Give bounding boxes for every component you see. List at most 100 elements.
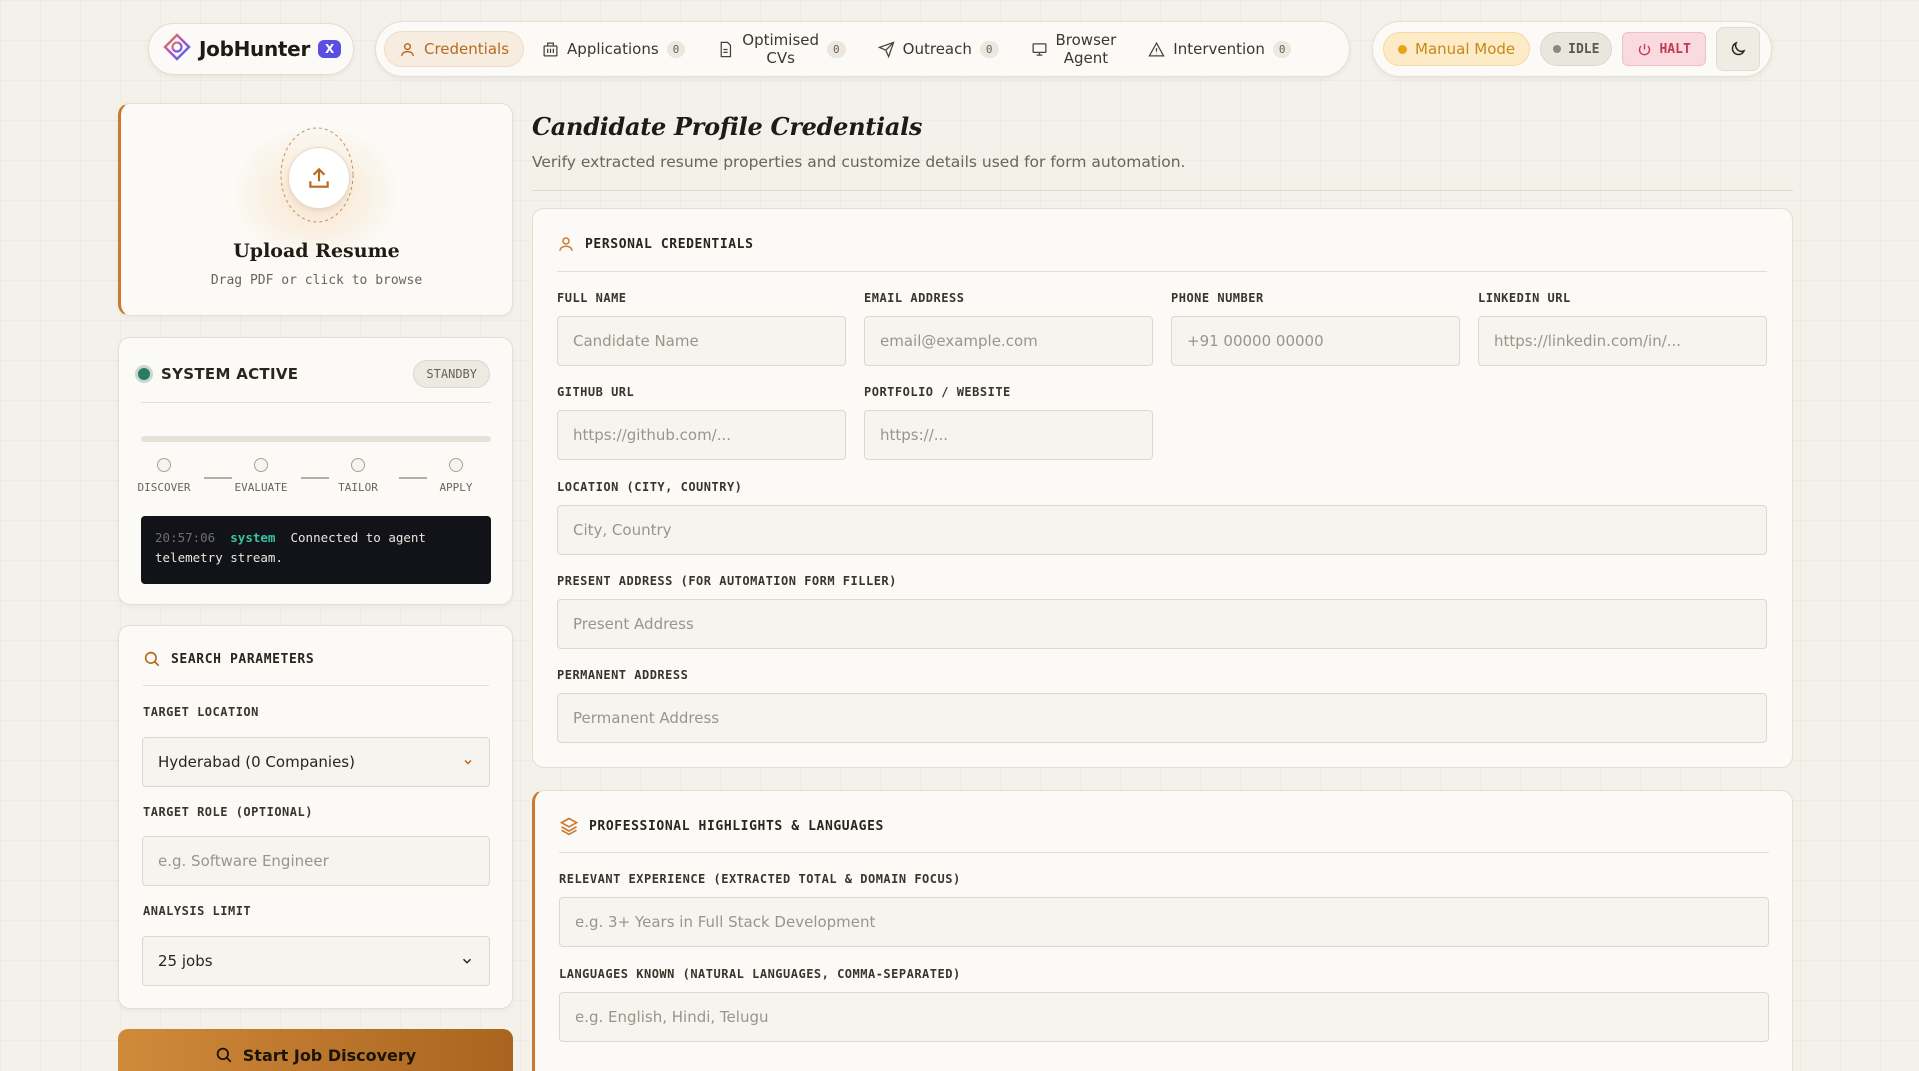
portfolio-input[interactable]: https://...	[864, 410, 1153, 460]
upload-resume-card[interactable]: Upload Resume Drag PDF or click to brows…	[118, 103, 513, 316]
languages-placeholder: e.g. English, Hindi, Telugu	[575, 1008, 769, 1026]
intervention-count: 0	[1272, 40, 1292, 58]
status-indicator-icon	[135, 365, 153, 383]
step-apply-circle	[449, 458, 463, 472]
personal-divider	[557, 271, 1767, 272]
email-input[interactable]: email@example.com	[864, 316, 1153, 366]
tab-applications-label: Applications	[567, 40, 659, 58]
full-name-placeholder: Candidate Name	[573, 332, 699, 350]
search-parameters-header: SEARCH PARAMETERS	[143, 650, 314, 668]
github-label: GITHUB URL	[557, 385, 635, 399]
professional-divider	[559, 852, 1769, 853]
brand-pill[interactable]: JobHunter X	[148, 23, 354, 75]
linkedin-input[interactable]: https://linkedin.com/in/...	[1478, 316, 1767, 366]
phone-input[interactable]: +91 00000 00000	[1171, 316, 1460, 366]
languages-label: LANGUAGES KNOWN (NATURAL LANGUAGES, COMM…	[559, 967, 961, 981]
step-connector	[399, 477, 427, 479]
step-discover-circle	[157, 458, 171, 472]
location-input[interactable]: City, Country	[557, 505, 1767, 555]
theme-toggle-button[interactable]	[1715, 27, 1760, 71]
phone-label: PHONE NUMBER	[1171, 291, 1264, 305]
analysis-limit-value: 25 jobs	[158, 952, 213, 970]
full-name-label: FULL NAME	[557, 291, 627, 305]
pipeline-progress-bar	[141, 436, 491, 442]
tab-browser-agent-label: Browser Agent	[1056, 31, 1117, 67]
control-bar: Manual Mode IDLE HALT	[1372, 21, 1772, 77]
chevron-down-icon	[462, 958, 472, 964]
present-address-input[interactable]: Present Address	[557, 599, 1767, 649]
step-connector	[301, 477, 329, 479]
experience-label: RELEVANT EXPERIENCE (EXTRACTED TOTAL & D…	[559, 872, 961, 886]
moon-icon	[1731, 41, 1746, 56]
warning-icon	[1148, 41, 1165, 57]
step-tailor-label: TAILOR	[338, 481, 378, 494]
idle-label: IDLE	[1568, 41, 1600, 57]
halt-button[interactable]: HALT	[1622, 32, 1706, 66]
applications-count: 0	[666, 40, 686, 58]
chevron-down-icon	[464, 759, 472, 765]
analysis-limit-select[interactable]: 25 jobs	[142, 936, 490, 986]
github-input[interactable]: https://github.com/...	[557, 410, 846, 460]
start-job-discovery-button[interactable]: Start Job Discovery	[118, 1029, 513, 1071]
optimised-line1: Optimised	[742, 31, 820, 49]
linkedin-label: LINKEDIN URL	[1478, 291, 1571, 305]
user-icon	[559, 237, 573, 251]
tab-browser-agent[interactable]: Browser Agent	[1017, 31, 1131, 67]
personal-credentials-title: PERSONAL CREDENTIALS	[585, 236, 754, 252]
step-connector	[204, 477, 232, 479]
status-header: SYSTEM ACTIVE STANDBY	[135, 360, 490, 388]
phone-placeholder: +91 00000 00000	[1187, 332, 1324, 350]
monitor-icon	[1031, 42, 1047, 56]
linkedin-placeholder: https://linkedin.com/in/...	[1494, 332, 1682, 350]
tab-credentials-label: Credentials	[424, 40, 510, 58]
permanent-address-input[interactable]: Permanent Address	[557, 693, 1767, 743]
upload-button[interactable]	[288, 147, 350, 209]
telemetry-log: 20:57:06 system Connected to agent telem…	[141, 516, 491, 584]
email-placeholder: email@example.com	[880, 332, 1038, 350]
experience-input[interactable]: e.g. 3+ Years in Full Stack Development	[559, 897, 1769, 947]
tab-applications[interactable]: Applications 0	[528, 31, 699, 67]
email-label: EMAIL ADDRESS	[864, 291, 965, 305]
tab-intervention[interactable]: Intervention 0	[1134, 31, 1305, 67]
manual-mode-button[interactable]: Manual Mode	[1383, 32, 1531, 66]
tab-optimised-cvs-label: Optimised CVs	[742, 31, 819, 67]
tab-credentials[interactable]: Credentials	[384, 31, 525, 67]
full-name-input[interactable]: Candidate Name	[557, 316, 846, 366]
browser-line1: Browser	[1055, 31, 1117, 49]
step-apply: APPLY	[421, 458, 491, 494]
github-placeholder: https://github.com/...	[573, 426, 732, 444]
professional-highlights-panel: PROFESSIONAL HIGHLIGHTS & LANGUAGES RELE…	[532, 790, 1793, 1071]
start-job-discovery-label: Start Job Discovery	[242, 1046, 417, 1065]
main-divider	[532, 190, 1793, 191]
target-role-label: TARGET ROLE (OPTIONAL)	[143, 805, 313, 819]
status-divider	[141, 402, 491, 403]
manual-mode-label: Manual Mode	[1415, 40, 1516, 58]
upload-icon	[309, 167, 329, 188]
manual-mode-dot	[1398, 44, 1407, 54]
idle-status-button[interactable]: IDLE	[1540, 32, 1613, 66]
send-icon	[877, 40, 895, 58]
optimised-count: 0	[827, 40, 846, 58]
search-icon	[216, 1047, 232, 1063]
target-location-select[interactable]: Hyderabad (0 Companies)	[142, 737, 490, 787]
brand-name: JobHunter	[199, 37, 311, 61]
standby-badge: STANDBY	[413, 360, 490, 388]
target-location-value: Hyderabad (0 Companies)	[158, 753, 355, 771]
languages-input[interactable]: e.g. English, Hindi, Telugu	[559, 992, 1769, 1042]
step-discover: DISCOVER	[129, 458, 199, 494]
location-label: LOCATION (CITY, COUNTRY)	[557, 480, 743, 494]
page-title: Candidate Profile Credentials	[532, 112, 923, 141]
step-apply-label: APPLY	[439, 481, 473, 494]
professional-highlights-header: PROFESSIONAL HIGHLIGHTS & LANGUAGES	[559, 816, 884, 836]
permanent-address-label: PERMANENT ADDRESS	[557, 668, 689, 682]
present-address-placeholder: Present Address	[573, 615, 694, 633]
target-role-input[interactable]: e.g. Software Engineer	[142, 836, 490, 886]
search-icon	[144, 651, 160, 667]
tab-outreach-label: Outreach	[902, 40, 972, 58]
main-nav: Credentials Applications 0 Optimised CVs …	[375, 21, 1350, 77]
search-parameters-card: SEARCH PARAMETERS TARGET LOCATION Hydera…	[118, 625, 513, 1009]
target-location-label: TARGET LOCATION	[143, 705, 259, 719]
tab-optimised-cvs[interactable]: Optimised CVs 0	[703, 31, 859, 67]
power-icon	[1639, 43, 1651, 55]
tab-outreach[interactable]: Outreach 0	[864, 31, 1013, 67]
